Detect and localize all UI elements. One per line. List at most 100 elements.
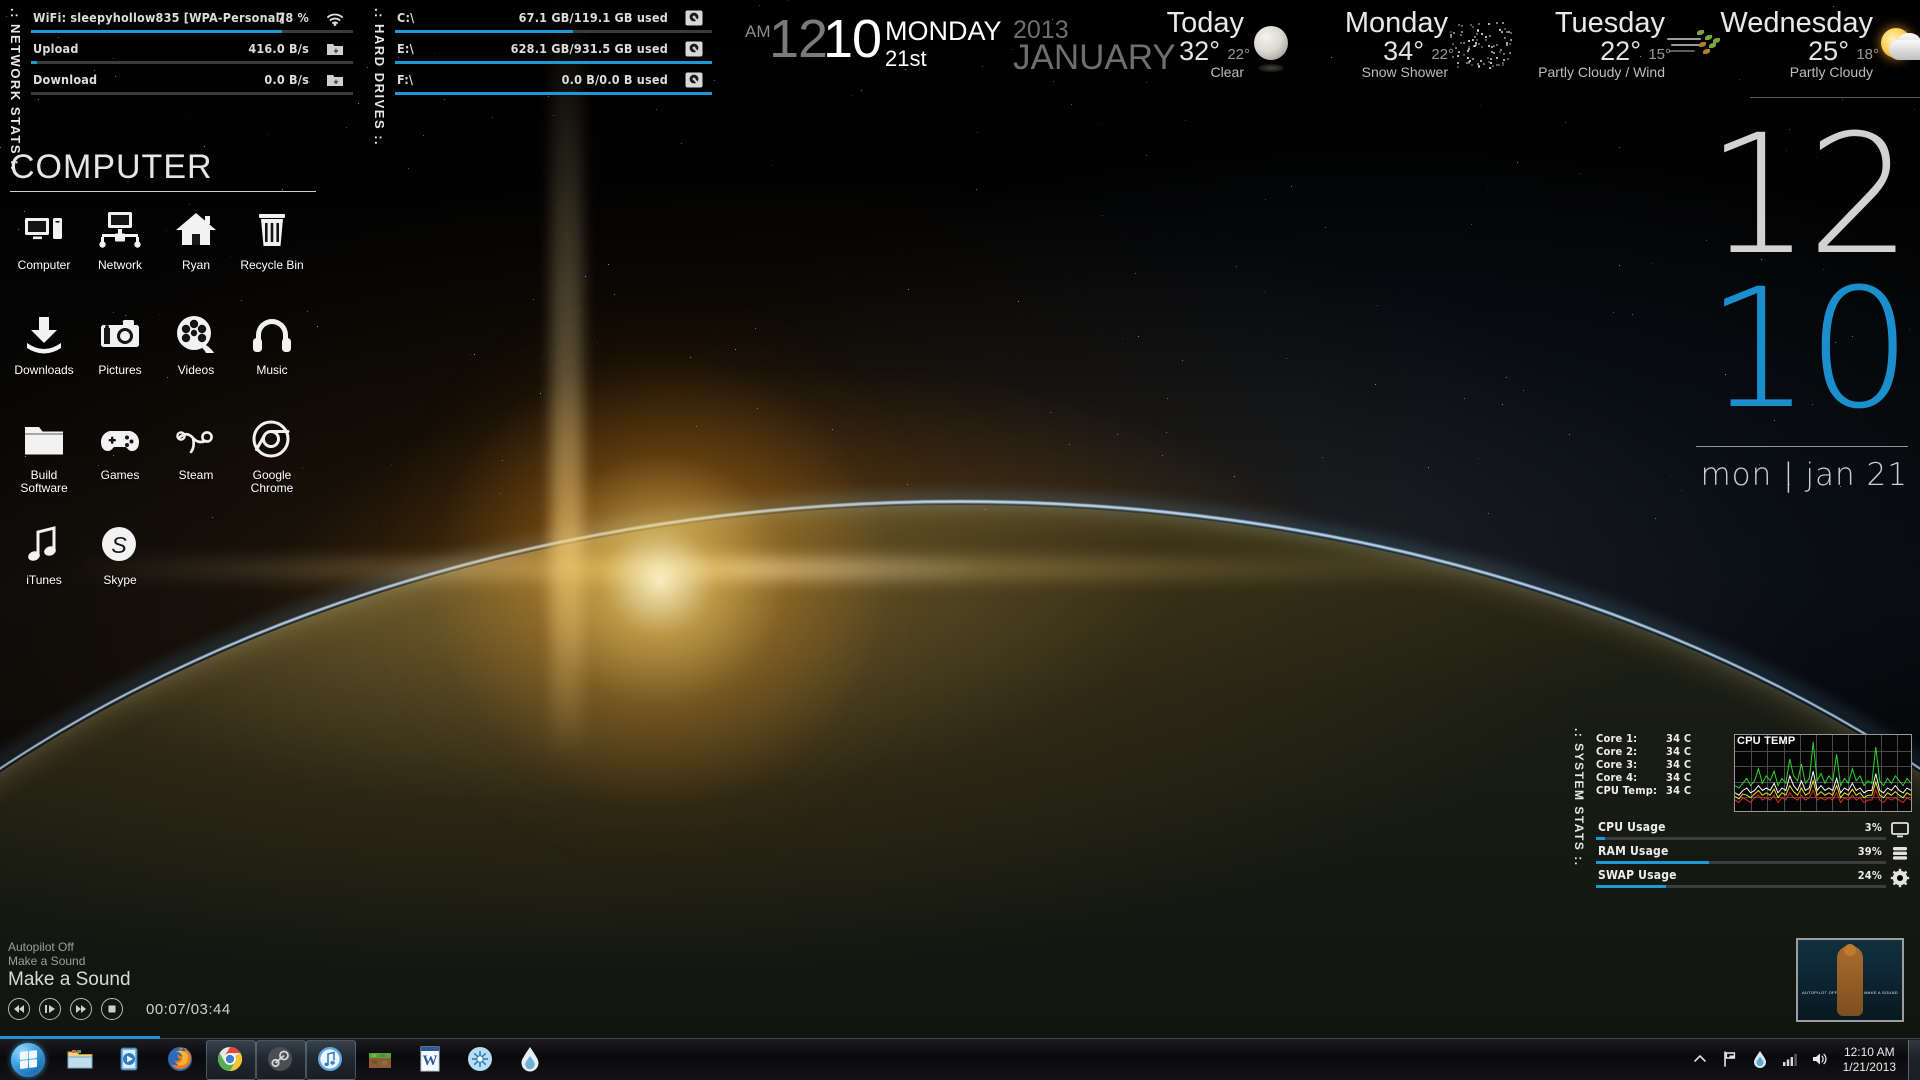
weather-day-name: Monday xyxy=(1344,7,1448,39)
play-pause-button[interactable] xyxy=(39,998,61,1020)
taskbar-clock-time: 12:10 AM xyxy=(1843,1044,1895,1059)
taskbar: W 12:10 AM 1/21/2013 xyxy=(0,1036,1920,1080)
desktop-icons-grid: Computer Network Ryan Recycle Bin Downloads P… xyxy=(6,206,326,626)
show-hidden-icons[interactable] xyxy=(1690,1049,1714,1071)
stop-button[interactable] xyxy=(101,998,123,1020)
hdd-icon xyxy=(684,8,710,28)
show-desktop-button[interactable] xyxy=(1908,1039,1920,1080)
desktop-icon-skype[interactable]: S Skype xyxy=(82,521,158,626)
taskbar-firefox[interactable] xyxy=(156,1040,206,1080)
desktop-icon-downloads[interactable]: Downloads xyxy=(6,311,82,416)
hard-drives-panel: .: HARD DRIVES :. C:\ 67.1 GB/119.1 GB us… xyxy=(372,8,712,146)
weather-day-name: Tuesday xyxy=(1554,7,1665,39)
word-icon: W xyxy=(416,1045,446,1075)
desktop-icon-label: Games xyxy=(100,468,140,482)
taskbar-rainmeter[interactable] xyxy=(506,1040,556,1080)
desktop-icon-label: Skype xyxy=(103,573,137,587)
ram-stick-icon xyxy=(1890,844,1912,862)
desktop-icon-label: Build Software xyxy=(20,468,68,495)
usage-row-1: RAM Usage 39% xyxy=(1596,844,1912,868)
desktop-icon-games[interactable]: Games xyxy=(82,416,158,521)
taskbar-chrome[interactable] xyxy=(206,1039,256,1080)
album-art-figure xyxy=(1837,946,1863,1016)
moon-icon xyxy=(1246,22,1312,74)
action-center[interactable] xyxy=(1720,1049,1744,1071)
taskbar-steam[interactable] xyxy=(256,1039,306,1080)
big-clock-minute: 10 xyxy=(1706,253,1912,445)
media-transport-controls: 00:07/03:44 xyxy=(8,998,338,1020)
media-player-icon xyxy=(116,1045,146,1075)
svg-text:W: W xyxy=(423,1053,438,1069)
skype-icon: S xyxy=(98,523,142,567)
cpu-core-value: 34 C xyxy=(1666,758,1692,771)
desktop-icon-computer[interactable]: Computer xyxy=(6,206,82,311)
network-row-1: Upload 416.0 B/s xyxy=(31,39,353,70)
taskbar-explorer[interactable] xyxy=(56,1040,106,1080)
cpu-core-value: 34 C xyxy=(1666,732,1692,745)
weather-day-name: Today xyxy=(1166,7,1244,39)
start-button[interactable] xyxy=(0,1040,56,1080)
network-row-bar xyxy=(31,30,353,33)
drive-letter: C:\ xyxy=(397,10,415,25)
network-tray[interactable] xyxy=(1780,1049,1804,1071)
desktop-icon-network[interactable]: Network xyxy=(82,206,158,311)
wallpaper-sun-glow xyxy=(380,300,940,860)
desktop-icon-google-chrome[interactable]: Google Chrome xyxy=(234,416,310,521)
utorrent-icon xyxy=(466,1045,496,1075)
big-clock-widget: 12 10 mon | jan 21 xyxy=(1658,113,1912,493)
hard-drives-rows: C:\ 67.1 GB/119.1 GB used E:\ 628.1 GB/931.… xyxy=(395,8,712,113)
previous-button[interactable] xyxy=(8,998,30,1020)
album-art-figure-head xyxy=(1844,944,1856,956)
rainmeter-tray[interactable] xyxy=(1750,1049,1774,1071)
album-art-artist: AUTOPILOT OFF xyxy=(1802,990,1838,995)
network-row-label: Download xyxy=(33,72,98,87)
weather-day-3: Wednesday 25° 18° Partly Cloudy xyxy=(1720,6,1920,98)
play-pause-icon xyxy=(40,999,60,1019)
fast-forward-icon xyxy=(71,999,91,1019)
drive-letter: E:\ xyxy=(397,41,414,56)
network-row-label: WiFi: sleepyhollow835 [WPA-Personal] xyxy=(33,10,285,25)
desktop-icon-recycle-bin[interactable]: Recycle Bin xyxy=(234,206,310,311)
desktop-icons-title: COMPUTER xyxy=(10,148,213,186)
taskbar-wmp[interactable] xyxy=(106,1040,156,1080)
cpu-core-value: 34 C xyxy=(1666,745,1692,758)
next-button[interactable] xyxy=(70,998,92,1020)
taskbar-word[interactable]: W xyxy=(406,1040,456,1080)
rewind-icon xyxy=(9,999,29,1019)
stop-icon xyxy=(102,999,122,1019)
taskbar-minecraft[interactable] xyxy=(356,1040,406,1080)
desktop-icon-steam[interactable]: Steam xyxy=(158,416,234,521)
banner-minute: 10 xyxy=(823,9,882,69)
taskbar-utorrent[interactable] xyxy=(456,1040,506,1080)
taskbar-clock[interactable]: 12:10 AM 1/21/2013 xyxy=(1837,1045,1906,1075)
hard-drive-row-0: C:\ 67.1 GB/119.1 GB used xyxy=(395,8,712,39)
rainmeter-drop-icon xyxy=(516,1045,546,1075)
usage-bar xyxy=(1596,837,1886,840)
drive-letter: F:\ xyxy=(397,72,414,87)
camera-icon xyxy=(98,313,142,357)
desktop-icon-label: Pictures xyxy=(98,363,142,377)
folder-down-icon xyxy=(325,70,351,90)
meridiem-label: AM xyxy=(745,22,771,41)
cpu-core-value: 34 C xyxy=(1666,784,1692,797)
desktop-icon-ryan[interactable]: Ryan xyxy=(158,206,234,311)
network-stats-label: .: NETWORK STATS :. xyxy=(8,8,23,172)
hard-drive-row-2: F:\ 0.0 B/0.0 B used xyxy=(395,70,712,101)
desktop-icon-itunes[interactable]: iTunes xyxy=(6,521,82,626)
desktop-icon-music[interactable]: Music xyxy=(234,311,310,416)
weather-high-temp: 25° xyxy=(1808,36,1849,66)
usage-value: 39% xyxy=(1857,845,1882,858)
desktop-icon-build-software[interactable]: Build Software xyxy=(6,416,82,521)
network-stats-panel: .: NETWORK STATS :. WiFi: sleepyhollow83… xyxy=(8,8,353,172)
system-tray: 12:10 AM 1/21/2013 xyxy=(1687,1040,1908,1080)
volume-tray[interactable] xyxy=(1810,1049,1834,1071)
drive-usage-text: 0.0 B/0.0 B used xyxy=(561,72,668,87)
desktop-icon-videos[interactable]: Videos xyxy=(158,311,234,416)
desktop-icon-pictures[interactable]: Pictures xyxy=(82,311,158,416)
folder-up-icon xyxy=(325,39,351,59)
hdd-icon xyxy=(684,39,710,59)
network-row-bar xyxy=(31,61,353,64)
film-reel-icon xyxy=(174,313,218,357)
system-usage-rows: CPU Usage 3% RAM Usage 39% SWAP Usage 24% xyxy=(1596,820,1912,892)
taskbar-itunes[interactable] xyxy=(306,1039,356,1080)
